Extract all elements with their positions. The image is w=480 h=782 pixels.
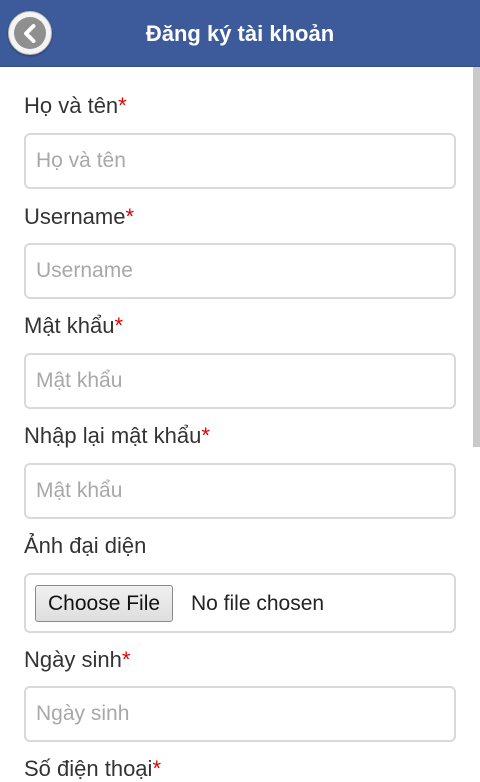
birthday-label: Ngày sinh* [24,647,131,672]
password-input[interactable] [24,353,456,409]
username-label: Username* [24,204,135,229]
page-title: Đăng ký tài khoản [145,21,335,46]
file-status-text: No file chosen [191,592,325,615]
back-button[interactable] [8,11,52,55]
choose-file-button[interactable]: Choose File [35,585,174,622]
confirm-password-label: Nhập lại mật khẩu* [24,423,210,448]
chevron-left-icon [24,24,36,43]
scrollbar[interactable] [473,67,480,447]
fullname-input[interactable] [24,133,456,189]
avatar-file-input: Choose File No file chosen [24,573,456,633]
confirm-password-input[interactable] [24,463,456,519]
required-mark: * [125,204,135,229]
birthday-input[interactable] [24,686,456,742]
avatar-label: Ảnh đại diện [24,533,147,558]
app-header: Đăng ký tài khoản [0,0,480,67]
phone-label: Số điện thoại* [24,756,161,781]
password-label: Mật khẩu* [24,313,124,338]
required-mark: * [152,756,161,781]
fullname-label: Họ và tên* [24,93,127,118]
required-mark: * [114,313,124,338]
required-mark: * [121,647,131,672]
username-input[interactable] [24,243,456,299]
required-mark: * [201,423,210,448]
required-mark: * [118,93,127,118]
